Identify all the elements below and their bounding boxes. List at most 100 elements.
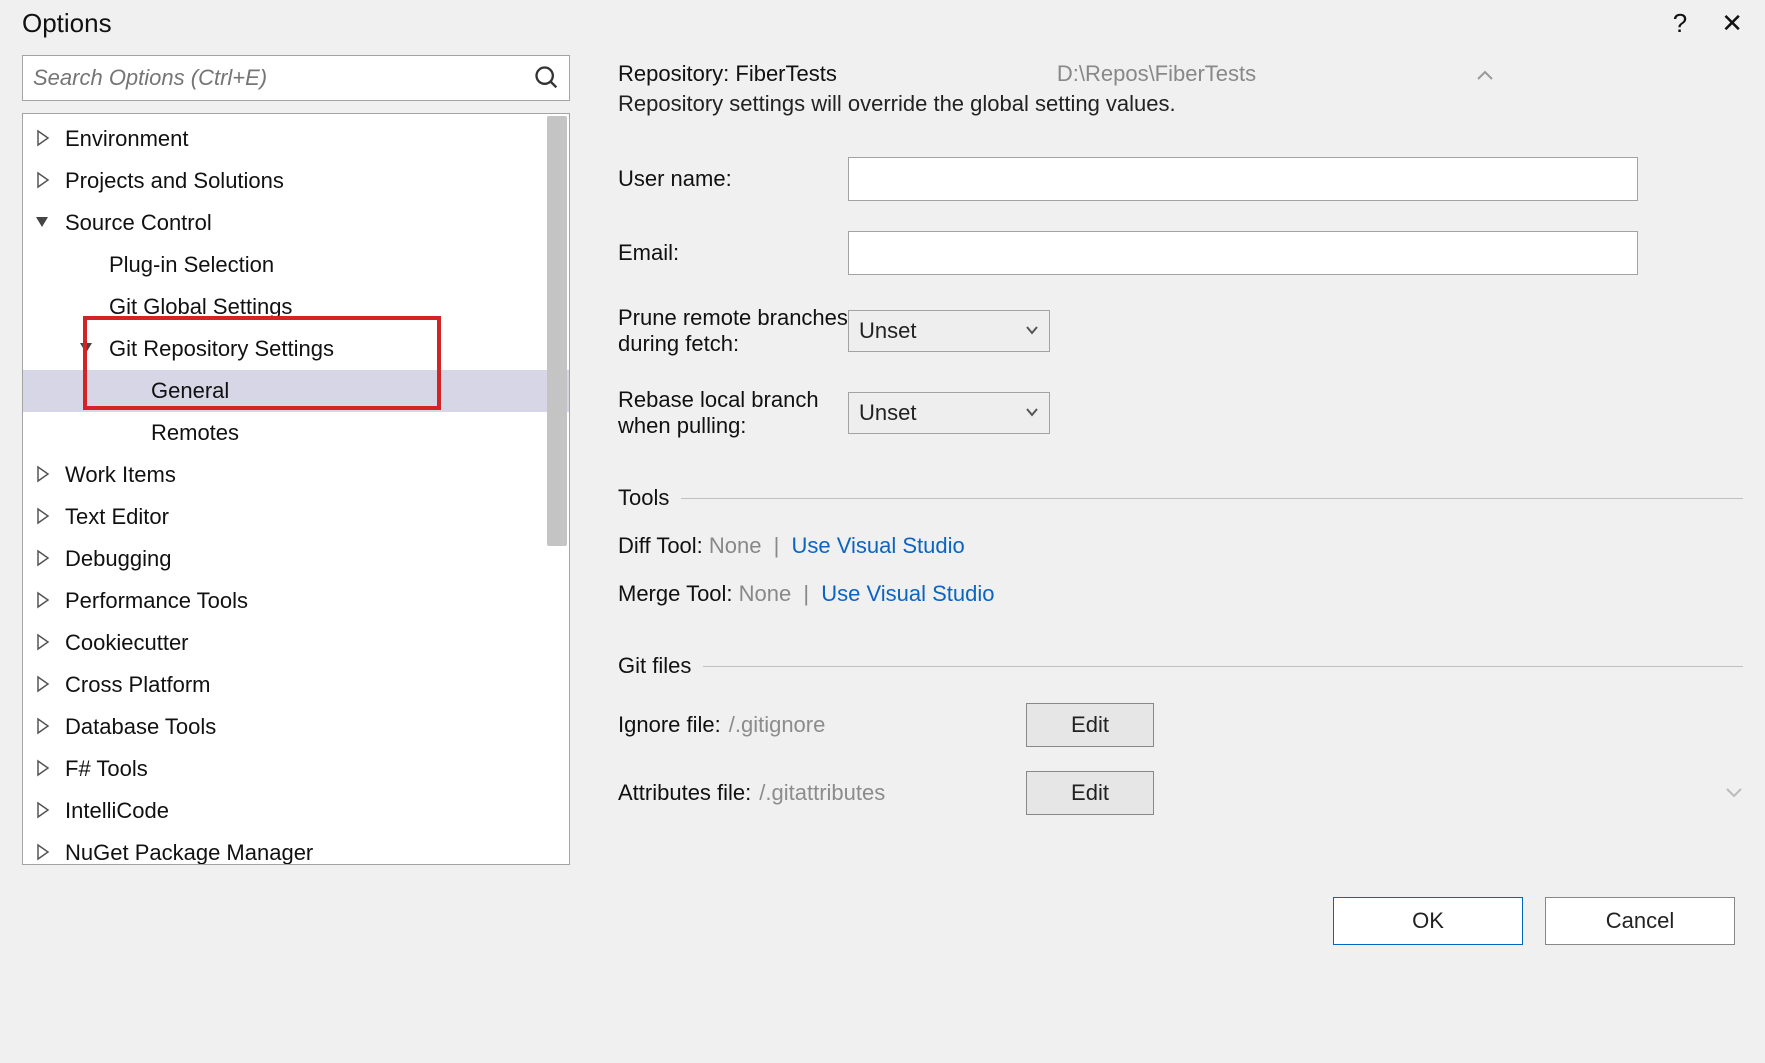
titlebar-controls: ? ✕ [1673,8,1743,39]
tree-item-label: Remotes [151,420,239,446]
tree-item[interactable]: Git Global Settings [23,286,569,328]
email-label: Email: [618,240,848,266]
help-icon[interactable]: ? [1673,8,1687,39]
tree-item-label: General [151,378,229,404]
attributes-file-value: /.gitattributes [759,780,885,806]
chevron-up-icon[interactable] [1476,64,1494,87]
rebase-select[interactable]: Unset [848,392,1050,434]
separator: | [803,581,809,606]
expand-closed-icon[interactable] [33,674,55,696]
titlebar: Options ? ✕ [0,0,1765,43]
dialog-body: Environment Projects and Solutions Source … [0,43,1765,877]
cancel-button[interactable]: Cancel [1545,897,1735,945]
tree-item-label: IntelliCode [65,798,169,824]
expand-closed-icon[interactable] [33,506,55,528]
expand-closed-icon[interactable] [33,170,55,192]
override-note: Repository settings will override the gl… [618,91,1743,117]
expand-open-icon[interactable] [77,338,99,360]
search-icon [533,64,561,92]
tree-item[interactable]: Performance Tools [23,580,569,622]
tree-item[interactable]: Debugging [23,538,569,580]
username-label: User name: [618,166,848,192]
prune-value: Unset [859,318,916,344]
left-column: Environment Projects and Solutions Source … [22,55,570,865]
email-input[interactable] [848,231,1638,275]
tree-item[interactable]: Git Repository Settings [23,328,569,370]
search-input[interactable] [23,56,533,100]
merge-tool-value: None [739,581,792,606]
gitfiles-heading: Git files [618,653,691,679]
tree-item[interactable]: Source Control [23,202,569,244]
tree-item[interactable]: Text Editor [23,496,569,538]
close-icon[interactable]: ✕ [1721,8,1743,39]
rebase-label: Rebase local branch when pulling: [618,387,848,439]
tree-item-label: Work Items [65,462,176,488]
expand-open-icon[interactable] [33,212,55,234]
diff-use-vs-link[interactable]: Use Visual Studio [791,533,964,558]
tree-item[interactable]: NuGet Package Manager [23,832,569,865]
settings-panel: Repository: FiberTests D:\Repos\FiberTes… [618,55,1743,865]
tree-item-label: Cross Platform [65,672,210,698]
tree-item[interactable]: Plug-in Selection [23,244,569,286]
edit-ignore-button[interactable]: Edit [1026,703,1154,747]
prune-label: Prune remote branches during fetch: [618,305,848,357]
repo-label: Repository: FiberTests [618,61,837,87]
tools-divider [681,498,1743,499]
tree-item-label: NuGet Package Manager [65,840,313,865]
expand-closed-icon[interactable] [33,632,55,654]
tree-item[interactable]: Work Items [23,454,569,496]
tree-item-label: Debugging [65,546,171,572]
expand-closed-icon[interactable] [33,716,55,738]
expand-closed-icon[interactable] [33,128,55,150]
expand-closed-icon[interactable] [33,548,55,570]
attributes-file-label: Attributes file: [618,780,751,806]
diff-tool-label: Diff Tool: [618,533,703,558]
tree-item[interactable]: Remotes [23,412,569,454]
tree-item[interactable]: Database Tools [23,706,569,748]
tree-item[interactable]: Projects and Solutions [23,160,569,202]
edit-attributes-button[interactable]: Edit [1026,771,1154,815]
merge-use-vs-link[interactable]: Use Visual Studio [821,581,994,606]
ignore-file-label: Ignore file: [618,712,721,738]
tree-item-label: Git Repository Settings [109,336,334,362]
tree-item[interactable]: Cookiecutter [23,622,569,664]
gitfiles-divider [703,666,1743,667]
ignore-file-value: /.gitignore [729,712,826,738]
ok-button[interactable]: OK [1333,897,1523,945]
expand-closed-icon[interactable] [33,464,55,486]
rebase-value: Unset [859,400,916,426]
expand-closed-icon[interactable] [33,758,55,780]
chevron-down-icon[interactable] [1725,782,1743,805]
dialog-title: Options [22,8,112,39]
tree-item-label: Plug-in Selection [109,252,274,278]
repo-path: D:\Repos\FiberTests [1057,61,1256,87]
expand-closed-icon[interactable] [33,842,55,864]
expand-closed-icon[interactable] [33,590,55,612]
expand-closed-icon[interactable] [33,800,55,822]
tree-item-label: Database Tools [65,714,216,740]
merge-tool-label: Merge Tool: [618,581,733,606]
tree-item-label: Git Global Settings [109,294,292,320]
tree-item-label: F# Tools [65,756,148,782]
tree-item-label: Source Control [65,210,212,236]
chevron-down-icon [1025,322,1039,340]
chevron-down-icon [1025,404,1039,422]
tree-item-label: Cookiecutter [65,630,189,656]
tree-item-label: Projects and Solutions [65,168,284,194]
tree-item[interactable]: Environment [23,118,569,160]
tools-heading: Tools [618,485,669,511]
username-input[interactable] [848,157,1638,201]
tree-item[interactable]: Cross Platform [23,664,569,706]
diff-tool-value: None [709,533,762,558]
options-tree[interactable]: Environment Projects and Solutions Source … [22,113,570,865]
tree-item[interactable]: IntelliCode [23,790,569,832]
search-box[interactable] [22,55,570,101]
tree-item[interactable]: General [23,370,569,412]
tree-item-label: Text Editor [65,504,169,530]
prune-select[interactable]: Unset [848,310,1050,352]
separator: | [774,533,780,558]
tree-item[interactable]: F# Tools [23,748,569,790]
options-dialog: Options ? ✕ Environment Projects and Solu… [0,0,1765,971]
dialog-footer: OK Cancel [0,877,1765,971]
scrollbar-thumb[interactable] [547,116,567,546]
